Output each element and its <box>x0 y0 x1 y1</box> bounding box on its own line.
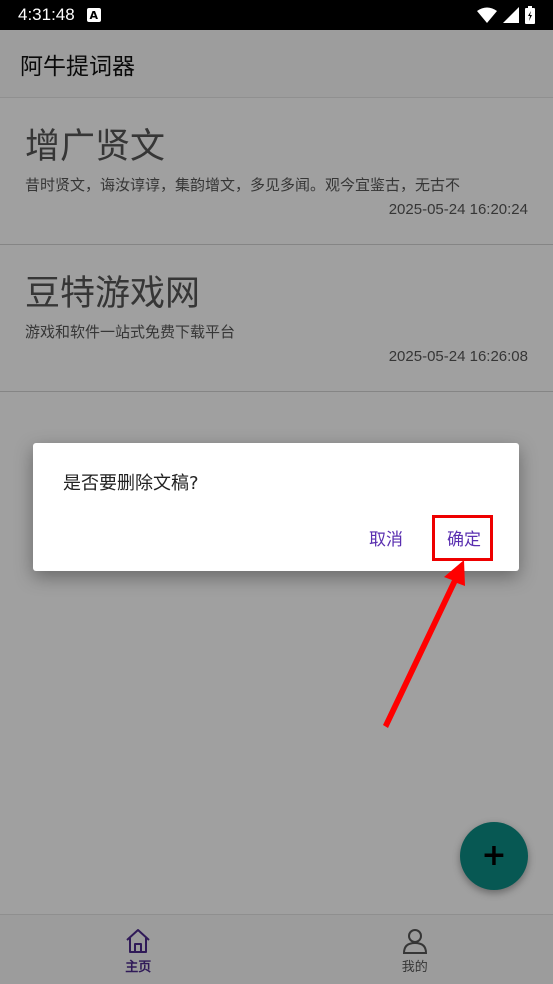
battery-icon <box>525 6 535 24</box>
highlight-box <box>432 515 493 561</box>
dialog-message: 是否要删除文稿? <box>63 473 199 494</box>
cancel-button[interactable]: 取消 <box>369 525 403 550</box>
status-icons <box>477 6 535 24</box>
status-time: 4:31:48 <box>18 5 75 24</box>
wifi-icon <box>477 7 497 23</box>
signal-icon <box>503 7 519 23</box>
status-bar: 4:31:48 A <box>0 0 553 30</box>
notification-icon: A <box>86 8 101 22</box>
